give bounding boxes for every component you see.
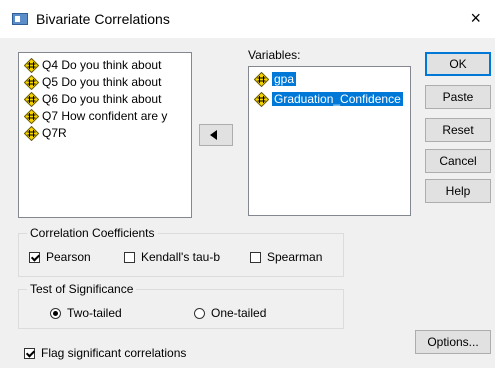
flag-significant-checkbox[interactable]: Flag significant correlations — [24, 346, 186, 360]
spearman-box[interactable] — [250, 251, 261, 263]
one-tailed-radio[interactable]: One-tailed — [194, 306, 266, 320]
window-title: Bivariate Correlations — [36, 11, 170, 27]
kendall-box[interactable] — [124, 251, 135, 263]
source-variable-label: Q6 Do you think about — [42, 92, 162, 106]
test-of-significance-label: Test of Significance — [27, 282, 137, 296]
selected-variable-label: Graduation_Confidence — [272, 92, 403, 106]
scale-variable-icon — [24, 109, 39, 124]
source-variable-label: Q7 How confident are y — [42, 109, 168, 123]
scale-variable-icon — [24, 126, 39, 141]
source-variable-label: Q5 Do you think about — [42, 75, 162, 89]
spearman-label: Spearman — [267, 250, 323, 264]
pearson-label: Pearson — [46, 250, 91, 264]
move-variable-button[interactable] — [199, 124, 233, 146]
scale-variable-icon — [24, 92, 39, 107]
two-tailed-label: Two-tailed — [67, 306, 122, 320]
scale-variable-icon — [254, 72, 269, 87]
two-tailed-radio-circle[interactable] — [50, 307, 61, 319]
app-icon — [12, 13, 28, 25]
ok-button[interactable]: OK — [425, 52, 491, 76]
reset-button[interactable]: Reset — [425, 118, 491, 142]
flag-significant-box[interactable] — [24, 347, 35, 359]
one-tailed-radio-circle[interactable] — [194, 307, 205, 319]
variables-list[interactable]: gpa Graduation_Confidence — [248, 66, 411, 216]
selected-variable-label: gpa — [272, 72, 297, 86]
cancel-button[interactable]: Cancel — [425, 149, 491, 173]
selected-variable-item[interactable]: Graduation_Confidence — [252, 91, 403, 108]
source-variable-label: Q4 Do you think about — [42, 58, 162, 72]
source-variable-item[interactable]: Q6 Do you think about — [22, 91, 191, 108]
pearson-box[interactable] — [29, 251, 40, 263]
title-bar: Bivariate Correlations × — [0, 0, 495, 38]
variables-label: Variables: — [248, 48, 301, 62]
two-tailed-radio[interactable]: Two-tailed — [50, 306, 122, 320]
kendall-checkbox[interactable]: Kendall's tau-b — [124, 250, 220, 264]
selected-variable-item[interactable]: gpa — [252, 71, 297, 88]
close-icon[interactable]: × — [470, 8, 481, 28]
correlation-coefficients-label: Correlation Coefficients — [27, 226, 158, 240]
pearson-checkbox[interactable]: Pearson — [29, 250, 91, 264]
source-variable-list[interactable]: Q4 Do you think about Q5 Do you think abo… — [18, 52, 192, 218]
spearman-checkbox[interactable]: Spearman — [250, 250, 322, 264]
scale-variable-icon — [24, 75, 39, 90]
one-tailed-label: One-tailed — [211, 306, 267, 320]
source-variable-item[interactable]: Q4 Do you think about — [22, 57, 191, 74]
paste-button[interactable]: Paste — [425, 85, 491, 109]
source-variable-item[interactable]: Q7 How confident are y — [22, 108, 191, 125]
options-button[interactable]: Options... — [415, 330, 491, 354]
scale-variable-icon — [254, 92, 269, 107]
source-variable-item[interactable]: Q7R — [22, 125, 191, 142]
flag-significant-label: Flag significant correlations — [41, 346, 187, 360]
source-variable-item[interactable]: Q5 Do you think about — [22, 74, 191, 91]
kendall-label: Kendall's tau-b — [141, 250, 221, 264]
help-button[interactable]: Help — [425, 179, 491, 203]
source-variable-label: Q7R — [42, 126, 67, 140]
scale-variable-icon — [24, 58, 39, 73]
